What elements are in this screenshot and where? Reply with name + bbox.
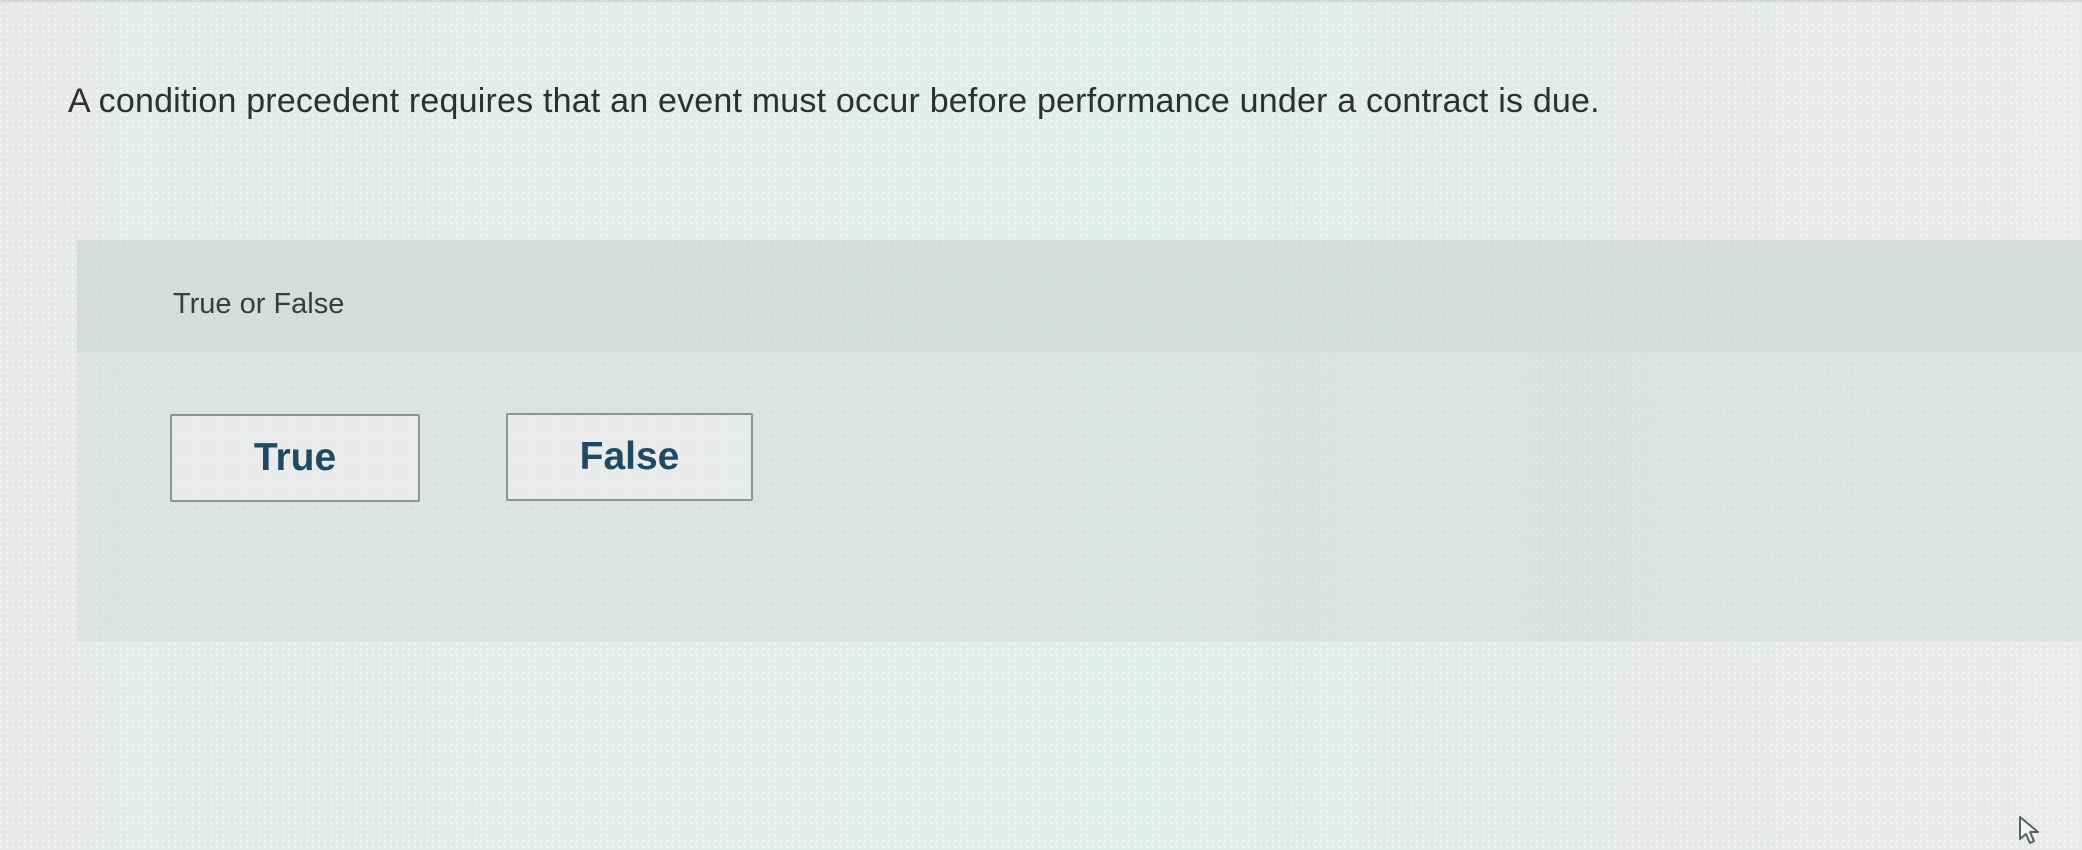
mouse-pointer-icon — [2017, 815, 2043, 845]
question-area: A condition precedent requires that an e… — [0, 0, 2082, 242]
question-text: A condition precedent requires that an e… — [68, 82, 1600, 120]
true-button[interactable]: True — [170, 414, 420, 502]
false-button[interactable]: False — [506, 413, 753, 501]
prompt-label: True or False — [173, 288, 345, 320]
answer-header: True or False — [77, 240, 2082, 352]
answer-panel: True or False True False — [77, 240, 2082, 642]
